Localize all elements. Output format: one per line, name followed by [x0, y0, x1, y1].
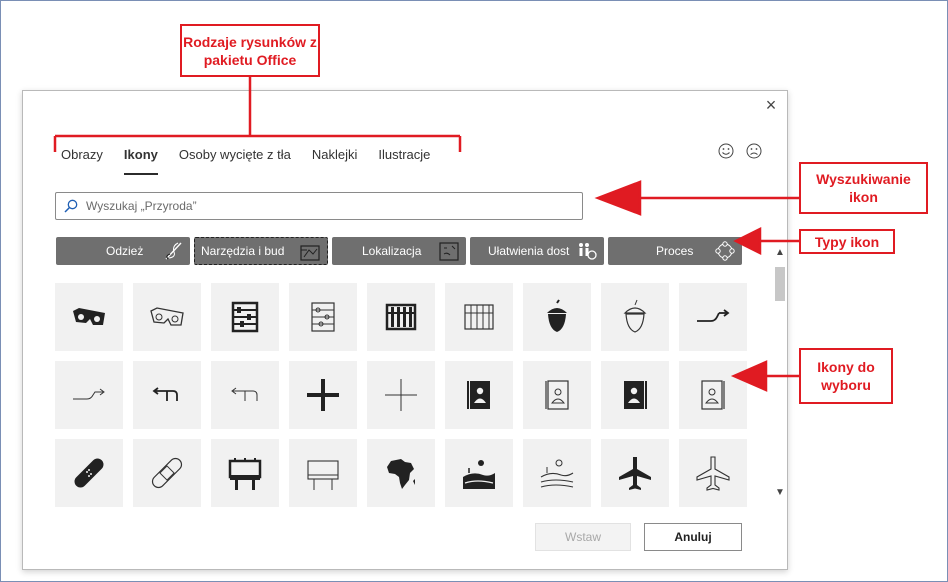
scrollbar-thumb[interactable] [775, 267, 785, 301]
icon-tile[interactable] [133, 283, 201, 351]
icon-tile[interactable] [55, 283, 123, 351]
icon-tile[interactable] [445, 439, 513, 507]
icon-tile[interactable] [133, 439, 201, 507]
icon-tile[interactable] [289, 361, 357, 429]
bandage-filled-icon [74, 458, 104, 488]
cancel-button[interactable]: Anuluj [644, 523, 742, 551]
callout-icon-types: Typy ikon [799, 229, 895, 254]
abacus-filled-icon [231, 301, 259, 333]
category-label: Lokalizacja [362, 244, 422, 258]
plus-bold-icon [307, 379, 339, 411]
3d-glasses-filled-icon [73, 308, 105, 325]
icon-tile[interactable] [211, 283, 279, 351]
tab-images[interactable]: Obrazy [61, 147, 103, 167]
icon-tile[interactable] [601, 283, 669, 351]
africa-icon [387, 459, 415, 489]
3d-glasses-outline-icon [150, 307, 184, 326]
address-book-dark-icon [624, 381, 647, 409]
icon-tile[interactable] [367, 439, 435, 507]
plus-thin-icon [385, 379, 417, 411]
close-icon[interactable]: × [761, 95, 781, 115]
icon-tile[interactable] [289, 439, 357, 507]
icon-tile[interactable] [55, 439, 123, 507]
icon-tile[interactable] [211, 361, 279, 429]
icon-tile[interactable] [367, 283, 435, 351]
icon-tile[interactable] [679, 361, 747, 429]
address-book-outline-icon [545, 380, 569, 410]
right-turn-arrow-icon [697, 309, 730, 322]
accessibility-people-icon [579, 243, 597, 260]
icon-tile[interactable] [445, 283, 513, 351]
icon-results-grid [55, 283, 755, 507]
bandage-outline-icon [151, 457, 183, 489]
category-location[interactable]: Lokalizacja [332, 237, 466, 265]
icon-tile[interactable] [523, 439, 591, 507]
category-label: Proces [656, 244, 694, 258]
category-label: Narzędzia i bud [201, 244, 285, 258]
farm-landscape-outline-icon [540, 459, 574, 488]
billboard-outline-icon [307, 460, 339, 490]
callout-icon-choices: Ikony do wyboru [799, 348, 893, 404]
category-label: Odzież [106, 244, 144, 258]
scroll-up-icon[interactable]: ▲ [773, 247, 787, 261]
icon-tile[interactable] [211, 439, 279, 507]
left-turn-arrow-thin-icon [231, 387, 258, 401]
icon-tile[interactable] [133, 361, 201, 429]
airplane-filled-icon [619, 457, 651, 490]
icon-tile[interactable] [523, 283, 591, 351]
acorn-filled-icon [547, 299, 567, 332]
callout-icon-search: Wyszukiwanie ikon [799, 162, 928, 214]
map-icon [439, 242, 459, 261]
icon-tile[interactable] [601, 439, 669, 507]
blueprint-icon [300, 245, 320, 261]
results-scrollbar[interactable]: ▲ ▼ [773, 247, 787, 503]
address-book-filled-icon [467, 381, 490, 409]
icon-search-box[interactable] [55, 192, 583, 220]
icon-tile[interactable] [367, 361, 435, 429]
tab-illustrations[interactable]: Ilustracje [378, 147, 430, 167]
callout-picture-types: Rodzaje rysunków z pakietu Office [180, 24, 320, 77]
farm-landscape-filled-icon [463, 460, 495, 489]
frown-face-icon[interactable] [746, 143, 762, 159]
tab-icons[interactable]: Ikony [123, 147, 158, 175]
airplane-outline-icon [696, 456, 730, 491]
abacus-light-icon [464, 304, 494, 330]
icon-tile[interactable] [523, 361, 591, 429]
abacus-outline-icon [311, 302, 335, 332]
icon-tile[interactable] [289, 283, 357, 351]
feedback-buttons [718, 143, 762, 159]
cycle-icon [715, 241, 735, 261]
icon-tile[interactable] [679, 439, 747, 507]
needle-thread-icon [165, 242, 182, 260]
category-label: Ułatwienia dost [488, 244, 570, 258]
picture-type-tabs: Obrazy Ikony Osoby wycięte z tła Naklejk… [61, 147, 451, 175]
abacus-dark-icon [385, 303, 417, 331]
icon-tile[interactable] [445, 361, 513, 429]
category-process[interactable]: Proces [608, 237, 742, 265]
address-book-light-icon [701, 380, 725, 410]
acorn-outline-icon [623, 299, 647, 333]
tab-cutout-people[interactable]: Osoby wycięte z tła [179, 147, 291, 167]
icon-category-strip: Odzież Narzędzia i bud Lokalizacja Ułatw… [56, 237, 742, 265]
search-input[interactable] [84, 198, 568, 214]
insert-icons-dialog: × Obrazy Ikony Osoby wycięte z tła Nakle… [22, 90, 788, 570]
smile-face-icon[interactable] [718, 143, 734, 159]
category-tools-building[interactable]: Narzędzia i bud [194, 237, 328, 265]
tab-stickers[interactable]: Naklejki [312, 147, 358, 167]
search-icon [64, 199, 78, 213]
icon-tile[interactable] [679, 283, 747, 351]
category-clothing[interactable]: Odzież [56, 237, 190, 265]
category-accessibility[interactable]: Ułatwienia dost [470, 237, 604, 265]
left-turn-arrow-icon [152, 387, 178, 401]
scroll-down-icon[interactable]: ▼ [773, 487, 787, 501]
icon-tile[interactable] [55, 361, 123, 429]
insert-button[interactable]: Wstaw [535, 523, 631, 551]
icon-tile[interactable] [601, 361, 669, 429]
right-turn-arrow-thin-icon [73, 388, 105, 400]
billboard-filled-icon [228, 458, 262, 490]
